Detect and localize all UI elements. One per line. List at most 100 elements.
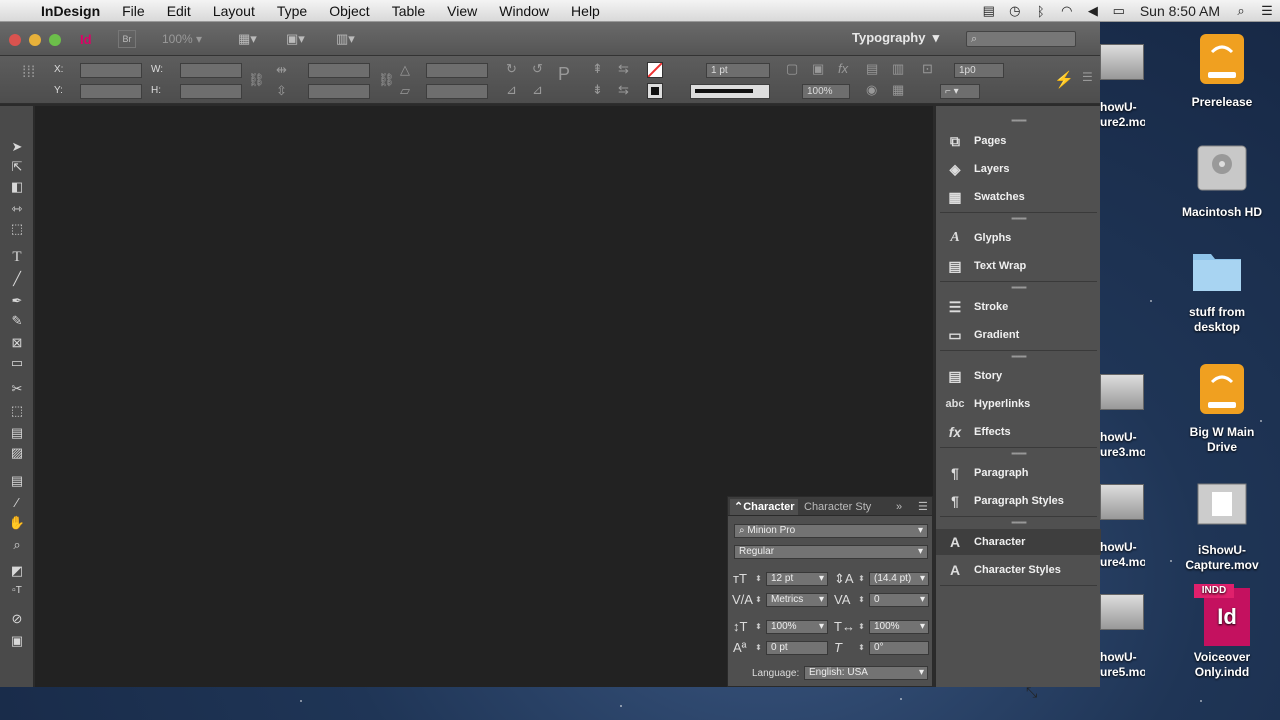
text-wrap-jump-icon[interactable]: ▦ <box>892 82 904 98</box>
desktop-icon-big-w-main-drive[interactable]: Big W Main Drive <box>1177 360 1267 455</box>
select-content-icon[interactable]: P <box>558 64 570 85</box>
panel-menu-icon[interactable]: ☰ <box>914 499 930 515</box>
dock-item-paragraph-styles[interactable]: ¶ Paragraph Styles <box>936 488 1101 514</box>
movie-file-icon[interactable] <box>1100 484 1144 520</box>
gap-tool-icon[interactable]: ⇿ <box>6 200 28 218</box>
minimize-window-button[interactable] <box>29 34 41 46</box>
constrain-scale-icon[interactable]: ⛓ <box>378 72 395 88</box>
tab-character[interactable]: ⌃Character <box>730 499 798 515</box>
dock-item-glyphs[interactable]: A Glyphs <box>936 225 1101 251</box>
gradient-feather-tool-icon[interactable]: ▨ <box>6 444 28 462</box>
kerning-field[interactable]: Metrics ▾ <box>766 593 828 607</box>
stroke-type-dropdown[interactable] <box>690 84 770 99</box>
reference-point-icon[interactable]: ⁞⁞⁞ <box>22 64 35 82</box>
menu-file[interactable]: File <box>111 0 156 22</box>
zoom-tool-icon[interactable]: ⌕ <box>6 536 28 554</box>
dock-grip-3[interactable]: ▪▪▪▪▪▪▪▪ <box>936 284 1101 293</box>
dock-item-pages[interactable]: ⧉ Pages <box>936 128 1101 154</box>
fx-icon[interactable]: fx <box>838 61 848 76</box>
tracking-stepper[interactable]: ⬍ <box>857 593 866 607</box>
select-previous-icon[interactable]: ⇟ <box>592 82 603 98</box>
desktop-icon-macintosh-hd[interactable]: Macintosh HD <box>1177 140 1267 220</box>
skew-stepper[interactable]: ⬍ <box>857 641 866 655</box>
dock-item-story[interactable]: ▤ Story <box>936 363 1101 389</box>
scissors-tool-icon[interactable]: ✂ <box>6 380 28 398</box>
partial-movie-label[interactable]: howU- ure2.mov <box>1100 100 1145 130</box>
bridge-icon[interactable]: Br <box>118 30 136 48</box>
dock-item-effects[interactable]: fx Effects <box>936 419 1101 445</box>
flip-vertical-icon[interactable]: ⊿ <box>532 82 543 98</box>
dock-grip-5[interactable]: ▪▪▪▪▪▪▪▪ <box>936 450 1101 459</box>
selection-tool-icon[interactable]: ➤ <box>6 138 28 156</box>
fitting-icon[interactable]: ⊡ <box>922 61 933 77</box>
shear-field[interactable] <box>426 84 488 99</box>
dock-item-stroke[interactable]: ☰ Stroke <box>936 294 1101 320</box>
content-collector-icon[interactable]: ⬚ <box>6 220 28 238</box>
tab-character-styles[interactable]: Character Sty <box>800 499 874 515</box>
dock-item-swatches[interactable]: ▦ Swatches <box>936 184 1101 210</box>
select-container-icon[interactable]: ⇞ <box>592 61 603 77</box>
recording-icon[interactable]: ▤ <box>976 0 1002 22</box>
formatting-affects-icon[interactable]: ▫T <box>6 582 28 600</box>
control-panel-menu-icon[interactable]: ☰ <box>1082 70 1093 84</box>
volume-icon[interactable]: ◀ <box>1080 0 1106 22</box>
menu-type[interactable]: Type <box>266 0 318 22</box>
menu-window[interactable]: Window <box>488 0 560 22</box>
y-field[interactable] <box>80 84 142 99</box>
tracking-field[interactable]: 0 ▾ <box>869 593 929 607</box>
opacity-field[interactable]: 100% <box>802 84 850 99</box>
pencil-tool-icon[interactable]: ✎ <box>6 312 28 330</box>
dock-item-character-styles[interactable]: A Character Styles <box>936 557 1101 583</box>
object-effects-icon[interactable]: ▣ <box>812 61 824 77</box>
fill-stroke-icon[interactable]: ◩ <box>6 562 28 580</box>
scale-y-field[interactable] <box>308 84 370 99</box>
menu-app-name[interactable]: InDesign <box>30 0 111 22</box>
menu-edit[interactable]: Edit <box>156 0 202 22</box>
dock-grip-4[interactable]: ▪▪▪▪▪▪▪▪ <box>936 353 1101 362</box>
menu-help[interactable]: Help <box>560 0 611 22</box>
screen-mode-icon[interactable]: ▣▾ <box>286 30 305 48</box>
apply-none-icon[interactable]: ⊘ <box>6 610 28 628</box>
font-size-stepper[interactable]: ⬍ <box>754 572 763 586</box>
view-options-icon[interactable]: ▦▾ <box>238 30 257 48</box>
movie-file-icon[interactable] <box>1100 594 1144 630</box>
baseline-shift-field[interactable]: 0 pt <box>766 641 828 655</box>
partial-movie-label[interactable]: howU- ure4.mov <box>1100 540 1145 570</box>
dock-grip-2[interactable]: ▪▪▪▪▪▪▪▪ <box>936 215 1101 224</box>
partial-movie-label[interactable]: howU- ure3.mov <box>1100 430 1145 460</box>
workspace-switcher[interactable]: Typography ▾ <box>852 30 939 46</box>
stroke-weight-dropdown[interactable]: 1 pt <box>706 63 770 78</box>
direct-selection-tool-icon[interactable]: ⇱ <box>6 158 28 176</box>
movie-file-icon[interactable] <box>1100 44 1144 80</box>
vertical-scale-field[interactable]: 100% ▾ <box>766 620 828 634</box>
rotate-cw-icon[interactable]: ↻ <box>506 61 517 77</box>
free-transform-tool-icon[interactable]: ⬚ <box>6 402 28 420</box>
collapse-panel-icon[interactable]: » <box>892 499 908 515</box>
close-window-button[interactable] <box>9 34 21 46</box>
flip-horizontal-icon[interactable]: ⊿ <box>506 82 517 98</box>
text-wrap-none-icon[interactable]: ▤ <box>866 61 878 77</box>
dock-item-gradient[interactable]: ▭ Gradient <box>936 322 1101 348</box>
vertical-scale-stepper[interactable]: ⬍ <box>754 620 763 634</box>
rectangle-frame-tool-icon[interactable]: ⊠ <box>6 334 28 352</box>
gradient-swatch-tool-icon[interactable]: ▤ <box>6 424 28 442</box>
rotate-ccw-icon[interactable]: ↺ <box>532 61 543 77</box>
search-input[interactable]: ⌕ <box>966 31 1076 47</box>
movie-file-icon[interactable] <box>1100 374 1144 410</box>
menubar-clock[interactable]: Sun 8:50 AM <box>1132 3 1228 19</box>
wifi-icon[interactable]: ◠ <box>1054 0 1080 22</box>
menu-layout[interactable]: Layout <box>202 0 266 22</box>
font-family-field[interactable]: ⌕ Minion Pro ▾ <box>734 524 928 538</box>
zoom-level-dropdown[interactable]: 100% ▾ <box>162 30 202 48</box>
partial-movie-label[interactable]: howU- ure5.mov <box>1100 650 1145 680</box>
select-next-icon[interactable]: ⇆ <box>618 61 629 77</box>
desktop-icon-ishowu-capture[interactable]: iShowU-Capture.mov <box>1177 478 1267 573</box>
notification-center-icon[interactable]: ☰ <box>1254 0 1280 22</box>
arrange-documents-icon[interactable]: ▥▾ <box>336 30 355 48</box>
note-tool-icon[interactable]: ▤ <box>6 472 28 490</box>
baseline-shift-stepper[interactable]: ⬍ <box>754 641 763 655</box>
menu-view[interactable]: View <box>436 0 488 22</box>
height-field[interactable] <box>180 84 242 99</box>
dock-item-text-wrap[interactable]: ▤ Text Wrap <box>936 253 1101 279</box>
rotation-field[interactable] <box>426 63 488 78</box>
